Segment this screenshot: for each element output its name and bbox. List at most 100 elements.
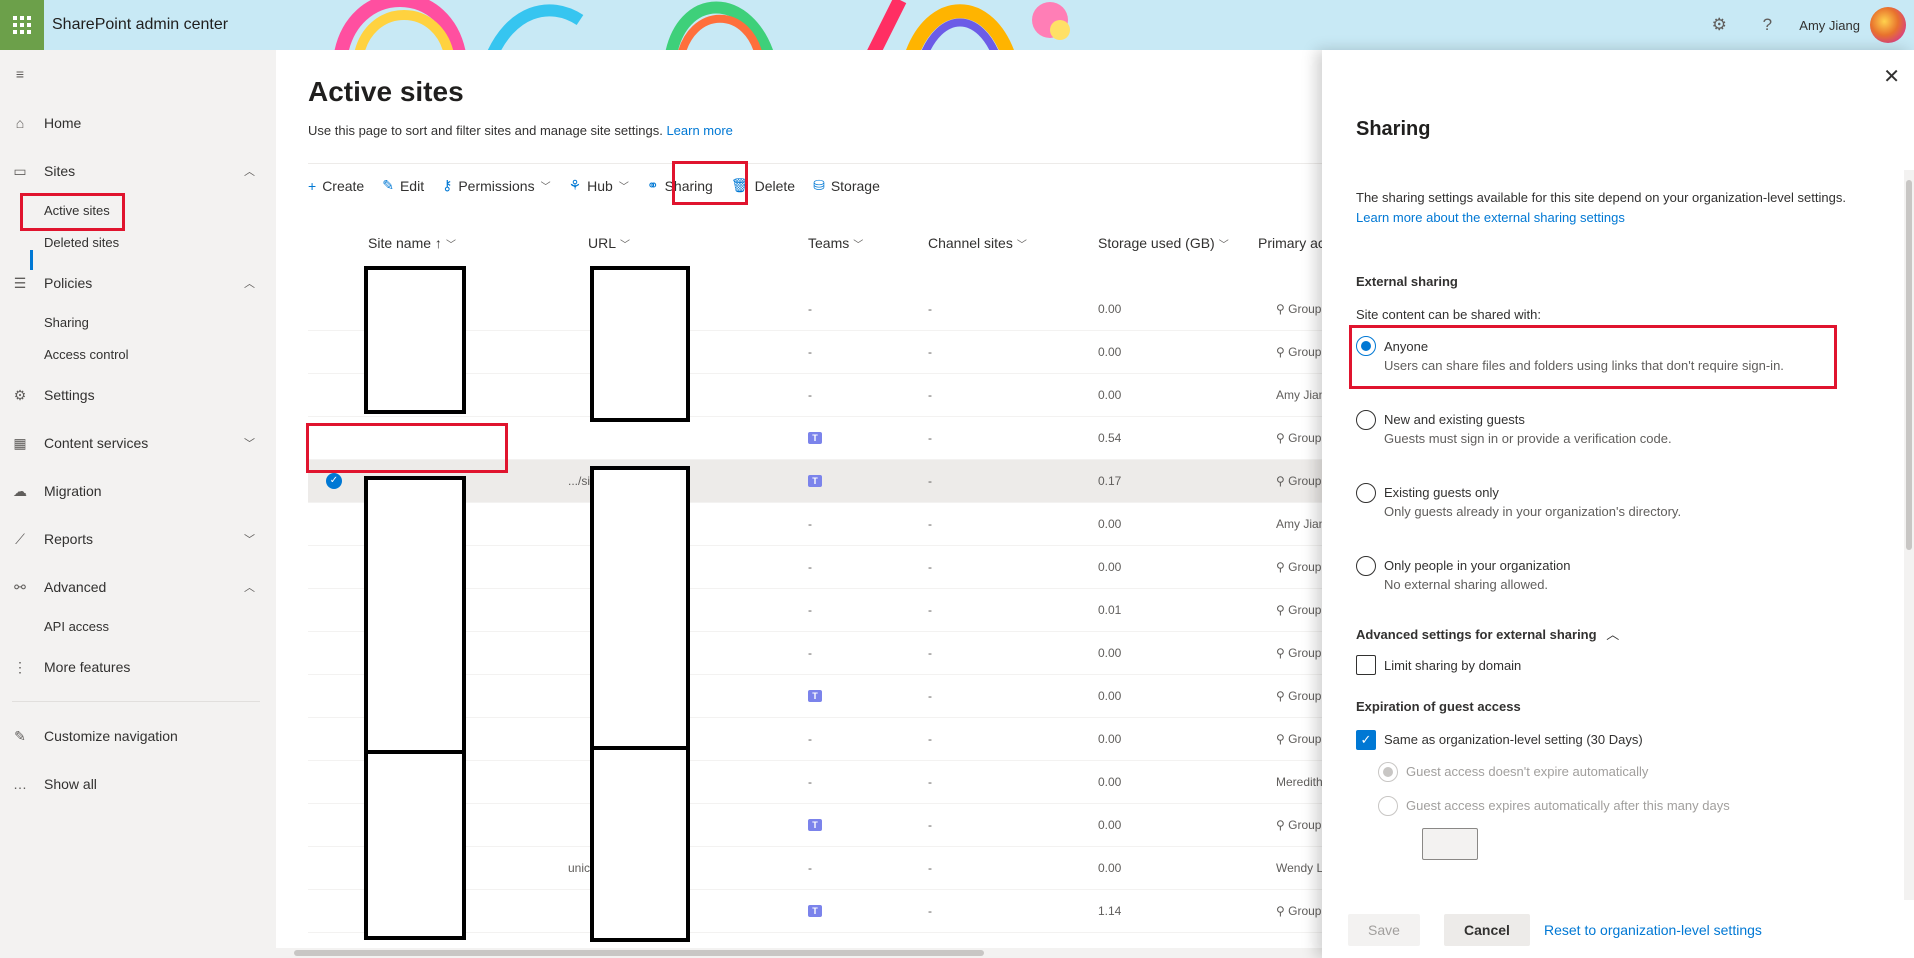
primary-admin-cell: ⚲ Group o [1276,646,1322,660]
chevron-up-icon[interactable]: ︿ [244,579,255,595]
nav-item-policies[interactable]: ☰ Policies ︿ [0,267,276,299]
radio-new-existing-guests[interactable] [1356,410,1376,430]
channel-sites-cell: - [928,345,932,359]
highlight-sharing-button [672,161,748,205]
same-as-org-checkbox[interactable]: ✓ [1356,730,1376,750]
nav-item-content-services[interactable]: ▦ Content services ﹀ [0,427,276,459]
option-only-organization-title[interactable]: Only people in your organization [1384,558,1570,573]
chevron-down-icon: ﹀ [540,182,551,193]
chevron-down-icon[interactable]: ﹀ [244,435,255,451]
nav-collapse-button[interactable]: ≡ [0,58,276,90]
column-teams[interactable]: Teams ﹀ [808,235,863,251]
channel-sites-cell: - [928,904,932,918]
person-icon: ⚲ [1276,818,1289,832]
same-as-org-label[interactable]: Same as organization-level setting (30 D… [1384,732,1643,747]
column-storage-used[interactable]: Storage used (GB) ﹀ [1098,235,1229,251]
primary-admin-cell: Wendy Li [1276,861,1322,875]
nav-item-settings[interactable]: ⚙ Settings [0,379,276,411]
horizontal-scrollbar[interactable] [276,948,1322,958]
column-site-name[interactable]: Site name ↑ ﹀ [368,235,456,251]
option-new-existing-guests-title[interactable]: New and existing guests [1384,412,1525,427]
teams-icon: T [808,905,822,917]
radio-only-organization[interactable] [1356,556,1376,576]
column-primary-admin[interactable]: Primary ac [1258,235,1322,251]
chevron-down-icon: ﹀ [618,182,629,193]
limit-domain-checkbox[interactable] [1356,655,1376,675]
create-button[interactable]: + Create [308,178,364,194]
teams-cell: - [808,302,812,316]
person-icon: ⚲ [1276,345,1289,359]
scrollbar-thumb[interactable] [1906,180,1912,550]
banner-rainbow-art [334,0,1070,50]
nav-item-api-access[interactable]: API access [44,619,109,634]
avatar[interactable] [1870,7,1906,43]
teams-icon: T [808,690,822,702]
row-selected-check-icon[interactable]: ✓ [326,473,342,489]
nav-item-sites[interactable]: ▭ Sites ︿ [0,155,276,187]
nav-item-reports[interactable]: ⟋ Reports ﹀ [0,523,276,555]
advanced-settings-toggle[interactable]: Advanced settings for external sharing ︿ [1356,624,1619,643]
nav-item-advanced[interactable]: ⚯ Advanced ︿ [0,571,276,603]
app-title[interactable]: SharePoint admin center [52,16,228,34]
channel-sites-cell: - [928,689,932,703]
nav-item-migration[interactable]: ☁ Migration [0,475,276,507]
scrollbar-thumb[interactable] [294,950,984,956]
user-name[interactable]: Amy Jiang [1799,18,1860,33]
column-url[interactable]: URL ﹀ [588,235,630,251]
settings-gear-icon[interactable]: ⚙ [1695,15,1743,35]
option-existing-guests-title[interactable]: Existing guests only [1384,485,1499,500]
app-launcher-button[interactable] [0,0,44,50]
chevron-up-icon[interactable]: ︿ [244,275,255,291]
save-button[interactable]: Save [1348,914,1420,946]
nav-item-more-features[interactable]: ⋮ More features [0,651,276,683]
primary-admin-cell: MeredithXu [1276,775,1322,789]
person-icon: ⚲ [1276,560,1289,574]
storage-button[interactable]: ⛁ Storage [813,177,880,194]
limit-domain-label[interactable]: Limit sharing by domain [1384,658,1521,673]
radio-never-expire [1378,762,1398,782]
nav-item-deleted-sites[interactable]: Deleted sites [44,235,119,250]
option-existing-guests-desc: Only guests already in your organization… [1384,504,1682,519]
channel-sites-cell: - [928,732,932,746]
nav-item-show-all[interactable]: … Show all [0,768,276,800]
nav-item-sharing[interactable]: Sharing [44,315,89,330]
storage-used-cell: 0.54 [1098,431,1122,445]
hub-button[interactable]: ⚘ Hub ﹀ [569,177,629,194]
never-expire-label: Guest access doesn't expire automaticall… [1406,764,1649,779]
help-icon[interactable]: ? [1743,15,1791,35]
radio-existing-guests-only[interactable] [1356,483,1376,503]
person-icon: ⚲ [1276,732,1289,746]
radio-expire-after [1378,796,1398,816]
primary-admin-cell: ⚲ Group o [1276,474,1322,488]
chevron-up-icon: ︿ [1606,627,1620,642]
edit-button[interactable]: ✎ Edit [382,177,424,194]
primary-admin-cell: ⚲ Group o [1276,560,1322,574]
nav-item-customize-navigation[interactable]: ✎ Customize navigation [0,720,276,752]
chevron-down-icon[interactable]: ﹀ [244,531,255,547]
primary-admin-cell: ⚲ Group o [1276,431,1322,445]
panel-vertical-scrollbar[interactable] [1904,170,1914,900]
nav-item-access-control[interactable]: Access control [44,347,129,362]
chevron-up-icon[interactable]: ︿ [244,163,255,179]
teams-icon: T [808,819,822,831]
column-channel-sites[interactable]: Channel sites ﹀ [928,235,1027,251]
reset-org-settings-link[interactable]: Reset to organization-level settings [1544,914,1762,946]
chevron-down-icon: ﹀ [1218,240,1229,251]
teams-icon: T [808,432,822,444]
learn-more-link[interactable]: Learn more [666,123,732,138]
redaction-box [590,746,690,942]
channel-sites-cell: - [928,818,932,832]
home-icon: ⌂ [15,115,25,131]
highlight-active-sites [20,193,125,231]
top-bar: SharePoint admin center ⚙ ? Amy Jiang [0,0,1914,50]
nav-item-home[interactable]: ⌂ Home [0,107,276,139]
close-icon[interactable]: ✕ [1883,64,1900,89]
command-bar: + Create ✎ Edit ⚷ Permissions ﹀ ⚘ Hub ﹀ ⚭ Shari… [308,163,1322,207]
permissions-button[interactable]: ⚷ Permissions ﹀ [442,177,551,194]
primary-admin-cell: ⚲ Group o [1276,732,1322,746]
page-title: Active sites [308,76,464,107]
cancel-button[interactable]: Cancel [1444,914,1530,946]
external-sharing-learn-more-link[interactable]: Learn more about the external sharing se… [1356,210,1625,225]
teams-cell: - [808,560,812,574]
channel-sites-cell: - [928,560,932,574]
